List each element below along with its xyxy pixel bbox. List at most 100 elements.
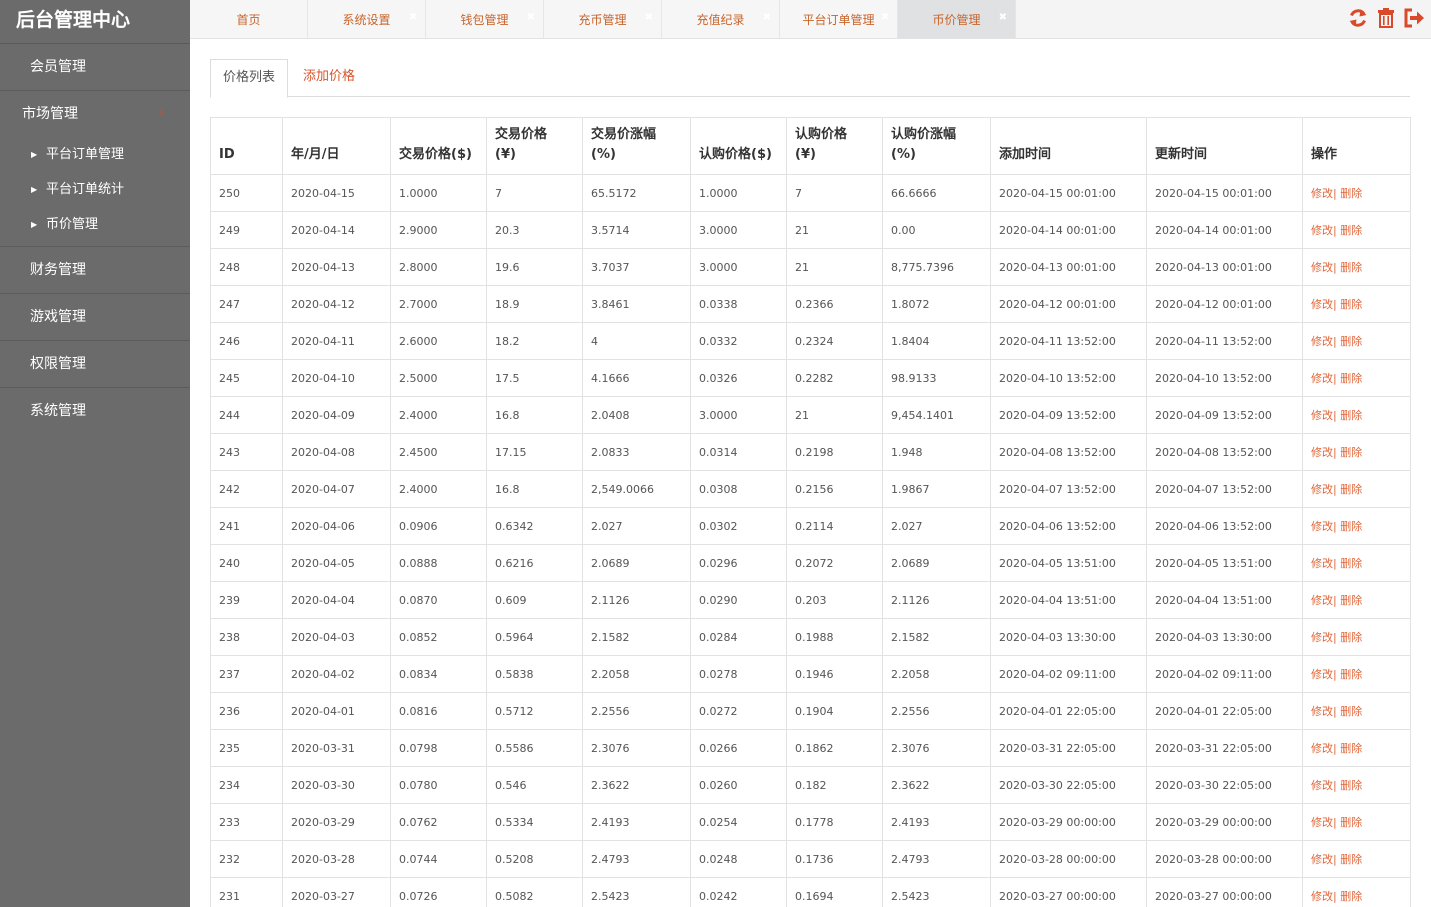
cell-sub-change: 2.5423 bbox=[882, 877, 991, 907]
sidebar-item-games[interactable]: 游戏管理 bbox=[0, 294, 190, 340]
edit-link[interactable]: 修改| bbox=[1311, 594, 1337, 607]
close-icon[interactable]: ✖ bbox=[409, 0, 417, 36]
logout-icon[interactable] bbox=[1403, 6, 1425, 30]
cell-trade-change: 4 bbox=[582, 322, 691, 360]
edit-link[interactable]: 修改| bbox=[1311, 483, 1337, 496]
delete-link[interactable]: 删除 bbox=[1337, 187, 1362, 200]
tab-label: 系统设置 bbox=[342, 13, 391, 27]
cell-trade-change: 2.1582 bbox=[582, 618, 691, 656]
delete-link[interactable]: 删除 bbox=[1337, 557, 1362, 570]
trash-icon[interactable] bbox=[1375, 6, 1397, 30]
cell-actions: 修改| 删除 bbox=[1302, 840, 1411, 878]
edit-link[interactable]: 修改| bbox=[1311, 446, 1337, 459]
delete-link[interactable]: 删除 bbox=[1337, 890, 1362, 903]
subtab-add-price[interactable]: 添加价格 bbox=[288, 59, 367, 97]
caret-right-icon: ▶ bbox=[31, 150, 38, 159]
close-icon[interactable]: ✖ bbox=[999, 0, 1007, 36]
subtab-price-list[interactable]: 价格列表 bbox=[210, 59, 289, 98]
delete-link[interactable]: 删除 bbox=[1337, 372, 1362, 385]
table-header-row: ID 年/月/日 交易价格($) 交易价格 (¥) 交易价涨幅 (%) 认购价格… bbox=[210, 117, 1411, 175]
caret-right-icon: ▶ bbox=[31, 185, 38, 194]
cell-trade-change: 2.2058 bbox=[582, 655, 691, 693]
sidebar-item-finance[interactable]: 财务管理 bbox=[0, 247, 190, 293]
edit-link[interactable]: 修改| bbox=[1311, 520, 1337, 533]
edit-link[interactable]: 修改| bbox=[1311, 298, 1337, 311]
edit-link[interactable]: 修改| bbox=[1311, 631, 1337, 644]
sidebar-item-members[interactable]: 会员管理 bbox=[0, 44, 190, 90]
delete-link[interactable]: 删除 bbox=[1337, 631, 1362, 644]
sidebar-subitem-coin-price[interactable]: ▶ 币价管理 bbox=[0, 207, 190, 242]
close-icon[interactable]: ✖ bbox=[527, 0, 535, 36]
delete-link[interactable]: 删除 bbox=[1337, 483, 1362, 496]
tab-deposit[interactable]: 充币管理 ✖ bbox=[544, 0, 662, 38]
delete-link[interactable]: 删除 bbox=[1337, 742, 1362, 755]
cell-id: 236 bbox=[210, 692, 283, 730]
cell-sub-usd: 0.0296 bbox=[690, 544, 787, 582]
delete-link[interactable]: 删除 bbox=[1337, 261, 1362, 274]
delete-link[interactable]: 删除 bbox=[1337, 520, 1362, 533]
close-icon[interactable]: ✖ bbox=[645, 0, 653, 36]
cell-updated-time: 2020-04-14 00:01:00 bbox=[1146, 211, 1303, 249]
edit-link[interactable]: 修改| bbox=[1311, 705, 1337, 718]
edit-link[interactable]: 修改| bbox=[1311, 779, 1337, 792]
tab-home[interactable]: 首页 bbox=[190, 0, 308, 38]
table-row: 234 2020-03-30 0.0780 0.546 2.3622 0.0260 0.18… bbox=[210, 766, 1411, 804]
delete-link[interactable]: 删除 bbox=[1337, 224, 1362, 237]
delete-link[interactable]: 删除 bbox=[1337, 705, 1362, 718]
sidebar-item-permissions[interactable]: 权限管理 bbox=[0, 341, 190, 387]
edit-link[interactable]: 修改| bbox=[1311, 890, 1337, 903]
tab-recharge-records[interactable]: 充值纪录 ✖ bbox=[662, 0, 780, 38]
edit-link[interactable]: 修改| bbox=[1311, 557, 1337, 570]
delete-link[interactable]: 删除 bbox=[1337, 779, 1362, 792]
edit-link[interactable]: 修改| bbox=[1311, 816, 1337, 829]
edit-link[interactable]: 修改| bbox=[1311, 742, 1337, 755]
delete-link[interactable]: 删除 bbox=[1337, 446, 1362, 459]
cell-updated-time: 2020-04-08 13:52:00 bbox=[1146, 433, 1303, 471]
cell-date: 2020-04-11 bbox=[282, 322, 391, 360]
edit-link[interactable]: 修改| bbox=[1311, 853, 1337, 866]
cell-date: 2020-04-05 bbox=[282, 544, 391, 582]
cell-trade-usd: 0.0762 bbox=[390, 803, 487, 841]
edit-link[interactable]: 修改| bbox=[1311, 335, 1337, 348]
cell-updated-time: 2020-04-11 13:52:00 bbox=[1146, 322, 1303, 360]
tab-wallet[interactable]: 钱包管理 ✖ bbox=[426, 0, 544, 38]
cell-updated-time: 2020-03-29 00:00:00 bbox=[1146, 803, 1303, 841]
edit-link[interactable]: 修改| bbox=[1311, 224, 1337, 237]
edit-link[interactable]: 修改| bbox=[1311, 261, 1337, 274]
edit-link[interactable]: 修改| bbox=[1311, 372, 1337, 385]
tab-platform-orders[interactable]: 平台订单管理 ✖ bbox=[780, 0, 898, 38]
cell-updated-time: 2020-03-27 00:00:00 bbox=[1146, 877, 1303, 907]
edit-link[interactable]: 修改| bbox=[1311, 668, 1337, 681]
edit-link[interactable]: 修改| bbox=[1311, 187, 1337, 200]
cell-trade-cny: 17.15 bbox=[486, 433, 583, 471]
table-row: 243 2020-04-08 2.4500 17.15 2.0833 0.0314 0.21… bbox=[210, 433, 1411, 471]
delete-link[interactable]: 删除 bbox=[1337, 816, 1362, 829]
cell-actions: 修改| 删除 bbox=[1302, 322, 1411, 360]
cell-added-time: 2020-04-04 13:51:00 bbox=[990, 581, 1147, 619]
cell-id: 250 bbox=[210, 174, 283, 212]
close-icon[interactable]: ✖ bbox=[881, 0, 889, 36]
cell-sub-cny: 0.2114 bbox=[786, 507, 883, 545]
delete-link[interactable]: 删除 bbox=[1337, 298, 1362, 311]
sidebar-item-system[interactable]: 系统管理 bbox=[0, 388, 190, 434]
delete-link[interactable]: 删除 bbox=[1337, 594, 1362, 607]
delete-link[interactable]: 删除 bbox=[1337, 335, 1362, 348]
delete-link[interactable]: 删除 bbox=[1337, 409, 1362, 422]
tab-coin-price[interactable]: 币价管理 ✖ bbox=[898, 0, 1016, 38]
tab-system-settings[interactable]: 系统设置 ✖ bbox=[308, 0, 426, 38]
close-icon[interactable]: ✖ bbox=[763, 0, 771, 36]
refresh-icon[interactable] bbox=[1347, 6, 1369, 30]
sidebar-subitem-order-stats[interactable]: ▶ 平台订单统计 bbox=[0, 172, 190, 207]
cell-trade-change: 2.5423 bbox=[582, 877, 691, 907]
edit-link[interactable]: 修改| bbox=[1311, 409, 1337, 422]
cell-sub-usd: 0.0332 bbox=[690, 322, 787, 360]
sidebar-subitem-platform-orders[interactable]: ▶ 平台订单管理 bbox=[0, 137, 190, 172]
delete-link[interactable]: 删除 bbox=[1337, 668, 1362, 681]
sidebar-item-market[interactable]: 市场管理 › bbox=[0, 91, 190, 137]
delete-link[interactable]: 删除 bbox=[1337, 853, 1362, 866]
cell-sub-usd: 3.0000 bbox=[690, 248, 787, 286]
cell-updated-time: 2020-03-31 22:05:00 bbox=[1146, 729, 1303, 767]
cell-updated-time: 2020-03-28 00:00:00 bbox=[1146, 840, 1303, 878]
cell-date: 2020-04-08 bbox=[282, 433, 391, 471]
cell-trade-usd: 0.0834 bbox=[390, 655, 487, 693]
